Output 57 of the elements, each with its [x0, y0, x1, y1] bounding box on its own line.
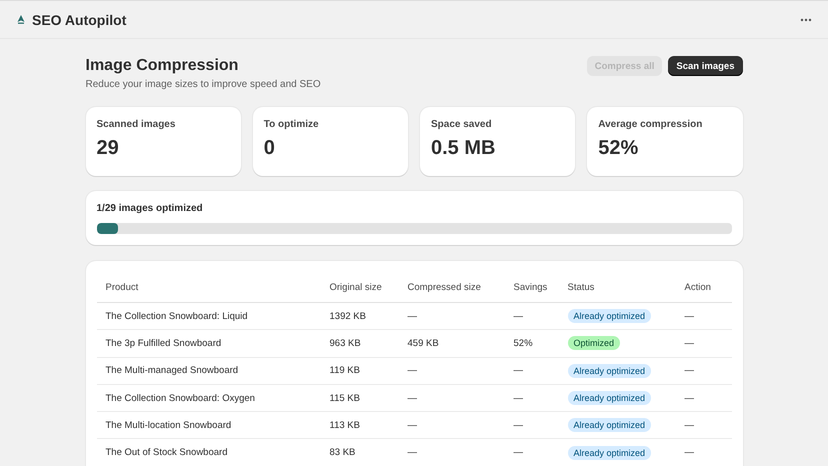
status-badge: Already optimized [568, 309, 652, 324]
status-badge: Already optimized [568, 364, 652, 378]
table-cell-text: The 3p Fulfilled Snowboard [106, 338, 222, 349]
table-cell-text: — [408, 420, 418, 431]
table-cell-text: — [408, 447, 418, 458]
stat-label: Average compression [598, 119, 704, 130]
stat-value: 0.5 MB [431, 137, 496, 160]
table-cell-text: — [514, 420, 524, 431]
table-cell-text: The Out of Stock Snowboard [106, 447, 228, 458]
table-cell-text: — [408, 392, 418, 404]
app-logo-icon [17, 15, 25, 24]
column-header: Action [684, 282, 712, 292]
table-cell-text: — [514, 365, 524, 376]
table-cell-text: — [408, 310, 418, 322]
table-cell-text: — [514, 392, 524, 404]
table-cell-text: — [514, 310, 524, 322]
table-cell-text: 119 KB [330, 365, 361, 376]
table-cell-text: 52% [514, 338, 534, 349]
stat-value: 52% [598, 137, 640, 160]
stat-label: Scanned images [96, 119, 176, 130]
table-cell-text: The Collection Snowboard: Liquid [106, 310, 249, 322]
table-cell-text: The Multi-managed Snowboard [106, 365, 240, 376]
page-subtitle: Reduce your image sizes to improve speed and SEO [86, 79, 321, 90]
table-cell-text: — [684, 310, 695, 322]
progress-label: 1/29 images optimized [96, 203, 204, 214]
status-badge: Optimized [568, 336, 620, 350]
table-cell-text: — [408, 365, 418, 376]
stat-value: 29 [96, 137, 120, 160]
app-title: SEO Autopilot [32, 12, 126, 28]
stat-label: To optimize [264, 119, 320, 130]
status-badge: Already optimized [568, 391, 652, 406]
status-badge: Already optimized [568, 446, 652, 460]
table-cell-text: 963 KB [330, 338, 362, 349]
column-header: Original size [330, 282, 383, 292]
table-cell-text: 459 KB [408, 338, 440, 349]
page-title: Image Compression [86, 56, 240, 76]
table-cell-text: — [684, 420, 695, 431]
table-cell-text: — [684, 365, 695, 376]
table-cell-text: 113 KB [330, 420, 361, 431]
more-icon[interactable] [800, 18, 812, 22]
column-header: Savings [514, 282, 548, 292]
table-cell-text: 83 KB [330, 447, 356, 458]
table-cell-text: The Multi-location Snowboard [106, 420, 232, 431]
scan-button[interactable]: Scan images [668, 56, 742, 76]
table-cell-text: — [514, 447, 524, 458]
status-badge: Already optimized [568, 418, 652, 432]
table-cell-text: — [684, 338, 695, 349]
table-cell-text: 115 KB [330, 392, 361, 404]
column-header: Product [106, 282, 140, 292]
table-cell-text: 1392 KB [330, 310, 367, 322]
stat-value: 0 [264, 137, 276, 160]
stat-label: Space saved [431, 119, 493, 130]
column-header: Status [568, 282, 596, 292]
table-cell-text: — [684, 392, 695, 404]
column-header: Compressed size [408, 282, 482, 292]
table-cell-text: — [684, 447, 695, 458]
table-cell-text: The Collection Snowboard: Oxygen [106, 392, 256, 404]
